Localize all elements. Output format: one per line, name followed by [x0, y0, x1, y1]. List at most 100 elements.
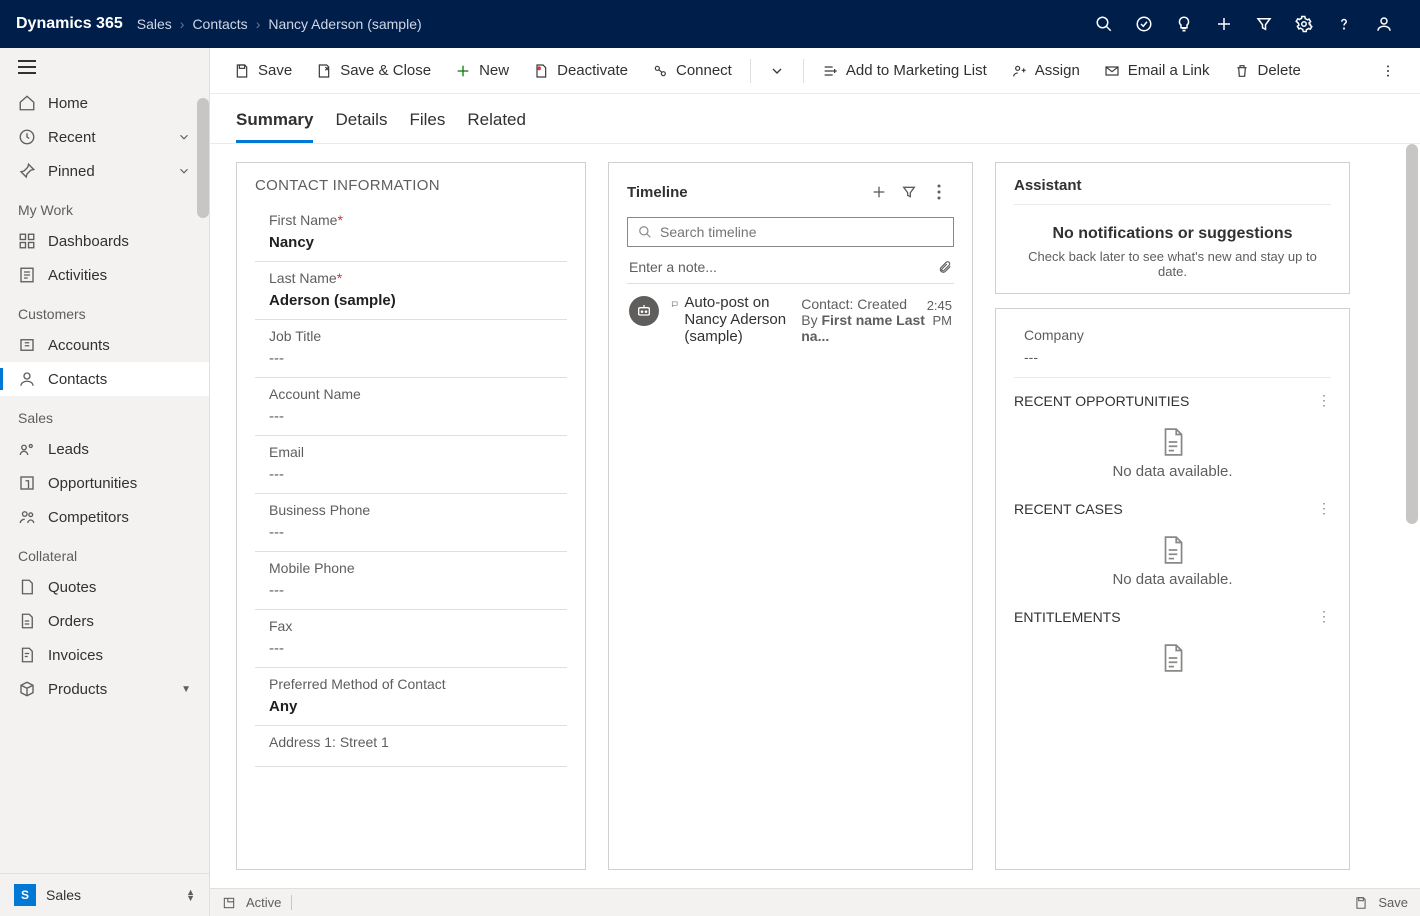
area-badge: S	[14, 884, 36, 906]
sidebar-item-leads[interactable]: Leads	[0, 432, 209, 466]
timeline-add-button[interactable]	[864, 177, 894, 207]
form-field[interactable]: Business Phone---	[255, 494, 567, 552]
sidebar-section-sales: Sales	[0, 396, 209, 432]
attachment-icon[interactable]	[938, 259, 952, 275]
sidebar-item-orders[interactable]: Orders	[0, 604, 209, 638]
assistant-subtext: Check back later to see what's new and s…	[1014, 249, 1331, 279]
sidebar-item-opportunities[interactable]: Opportunities	[0, 466, 209, 500]
main: Save Save & Close New Deactivate Connect…	[210, 48, 1420, 916]
form-tabs: Summary Details Files Related	[210, 94, 1420, 144]
field-label: Job Title	[269, 328, 565, 344]
form-field[interactable]: Preferred Method of ContactAny	[255, 668, 567, 726]
new-button[interactable]: New	[445, 56, 519, 85]
timeline-note-input[interactable]: Enter a note...	[627, 251, 954, 284]
add-marketing-button[interactable]: Add to Marketing List	[812, 56, 997, 85]
field-label: Business Phone	[269, 502, 565, 518]
document-icon	[1160, 535, 1186, 565]
no-data-text: No data available.	[1014, 463, 1331, 480]
form-field[interactable]: Address 1: Street 1	[255, 726, 567, 767]
form-field[interactable]: Last Name*Aderson (sample)	[255, 262, 567, 320]
form-field[interactable]: Email---	[255, 436, 567, 494]
breadcrumb: Sales › Contacts › Nancy Aderson (sample…	[137, 16, 422, 32]
company-value[interactable]: ---	[1014, 349, 1331, 365]
user-icon[interactable]	[1364, 0, 1404, 48]
sidebar-section-collateral: Collateral	[0, 534, 209, 570]
status-save[interactable]: Save	[1378, 895, 1408, 910]
form-field[interactable]: Fax---	[255, 610, 567, 668]
sidebar-item-label: Recent	[48, 129, 96, 146]
task-icon[interactable]	[1124, 0, 1164, 48]
field-value: ---	[269, 408, 565, 425]
save-button[interactable]: Save	[224, 56, 302, 85]
scrollbar-thumb[interactable]	[1406, 144, 1418, 524]
email-link-button[interactable]: Email a Link	[1094, 56, 1220, 85]
sidebar-item-accounts[interactable]: Accounts	[0, 328, 209, 362]
more-icon[interactable]: ⋮	[1317, 608, 1331, 625]
save-icon[interactable]	[1354, 896, 1368, 910]
assistant-message: No notifications or suggestions	[1014, 225, 1331, 243]
deactivate-button[interactable]: Deactivate	[523, 56, 638, 85]
timeline-heading: Timeline	[627, 184, 688, 201]
popout-icon[interactable]	[222, 896, 236, 910]
connect-button[interactable]: Connect	[642, 56, 742, 85]
related-card: Company --- RECENT OPPORTUNITIES⋮ No dat…	[995, 308, 1350, 870]
field-value: ---	[269, 582, 565, 599]
recent-cases-heading: RECENT CASES	[1014, 501, 1123, 517]
save-close-button[interactable]: Save & Close	[306, 56, 441, 85]
sidebar-item-competitors[interactable]: Competitors	[0, 500, 209, 534]
tab-summary[interactable]: Summary	[236, 104, 313, 143]
lightbulb-icon[interactable]	[1164, 0, 1204, 48]
timeline-item-subtitle: Contact: Created By First name Last na..…	[801, 296, 926, 888]
tab-files[interactable]: Files	[409, 104, 445, 143]
more-icon[interactable]: ⋮	[1317, 392, 1331, 409]
tab-related[interactable]: Related	[467, 104, 526, 143]
search-icon[interactable]	[1084, 0, 1124, 48]
delete-button[interactable]: Delete	[1224, 56, 1311, 85]
sidebar-item-dashboards[interactable]: Dashboards	[0, 224, 209, 258]
sidebar-item-label: Competitors	[48, 509, 129, 526]
sidebar-item-pinned[interactable]: Pinned	[0, 154, 209, 188]
sidebar-item-invoices[interactable]: Invoices	[0, 638, 209, 672]
breadcrumb-item[interactable]: Nancy Aderson (sample)	[268, 16, 421, 32]
tab-details[interactable]: Details	[335, 104, 387, 143]
sidebar-item-contacts[interactable]: Contacts	[0, 362, 209, 396]
hamburger-icon[interactable]	[0, 48, 209, 86]
note-placeholder: Enter a note...	[629, 259, 717, 275]
sidebar-area-switcher[interactable]: S Sales ▲▼	[0, 873, 209, 916]
breadcrumb-item[interactable]: Contacts	[192, 16, 247, 32]
scrollbar-thumb[interactable]	[197, 98, 209, 218]
brand: Dynamics 365	[16, 15, 123, 33]
timeline-search-input[interactable]	[660, 224, 943, 240]
sidebar-item-label: Accounts	[48, 337, 110, 354]
field-label: Address 1: Street 1	[269, 734, 565, 750]
timeline-filter-button[interactable]	[894, 177, 924, 207]
form-content: CONTACT INFORMATION First Name*NancyLast…	[210, 144, 1420, 888]
timeline-item[interactable]: Auto-post on Nancy Aderson (sample) Cont…	[627, 284, 954, 888]
plus-icon[interactable]	[1204, 0, 1244, 48]
sidebar: Home Recent Pinned My Work Dashboards Ac…	[0, 48, 210, 916]
field-value: Aderson (sample)	[269, 292, 565, 309]
assistant-heading: Assistant	[1014, 177, 1331, 205]
contact-information-card: CONTACT INFORMATION First Name*NancyLast…	[236, 162, 586, 870]
form-field[interactable]: Account Name---	[255, 378, 567, 436]
breadcrumb-item[interactable]: Sales	[137, 16, 172, 32]
sidebar-item-products[interactable]: Products ▼	[0, 672, 209, 706]
sidebar-item-quotes[interactable]: Quotes	[0, 570, 209, 604]
sidebar-item-activities[interactable]: Activities	[0, 258, 209, 292]
more-icon[interactable]: ⋮	[1317, 500, 1331, 517]
form-field[interactable]: Job Title---	[255, 320, 567, 378]
timeline-search[interactable]	[627, 217, 954, 247]
timeline-card: Timeline Enter a note...	[608, 162, 973, 870]
form-field[interactable]: First Name*Nancy	[255, 204, 567, 262]
help-icon[interactable]	[1324, 0, 1364, 48]
assign-button[interactable]: Assign	[1001, 56, 1090, 85]
form-field[interactable]: Mobile Phone---	[255, 552, 567, 610]
timeline-more-button[interactable]	[924, 177, 954, 207]
connect-dropdown[interactable]	[759, 57, 795, 85]
sidebar-item-home[interactable]: Home	[0, 86, 209, 120]
sidebar-item-recent[interactable]: Recent	[0, 120, 209, 154]
sidebar-item-label: Opportunities	[48, 475, 137, 492]
filter-icon[interactable]	[1244, 0, 1284, 48]
gear-icon[interactable]	[1284, 0, 1324, 48]
more-commands-button[interactable]	[1370, 57, 1406, 85]
